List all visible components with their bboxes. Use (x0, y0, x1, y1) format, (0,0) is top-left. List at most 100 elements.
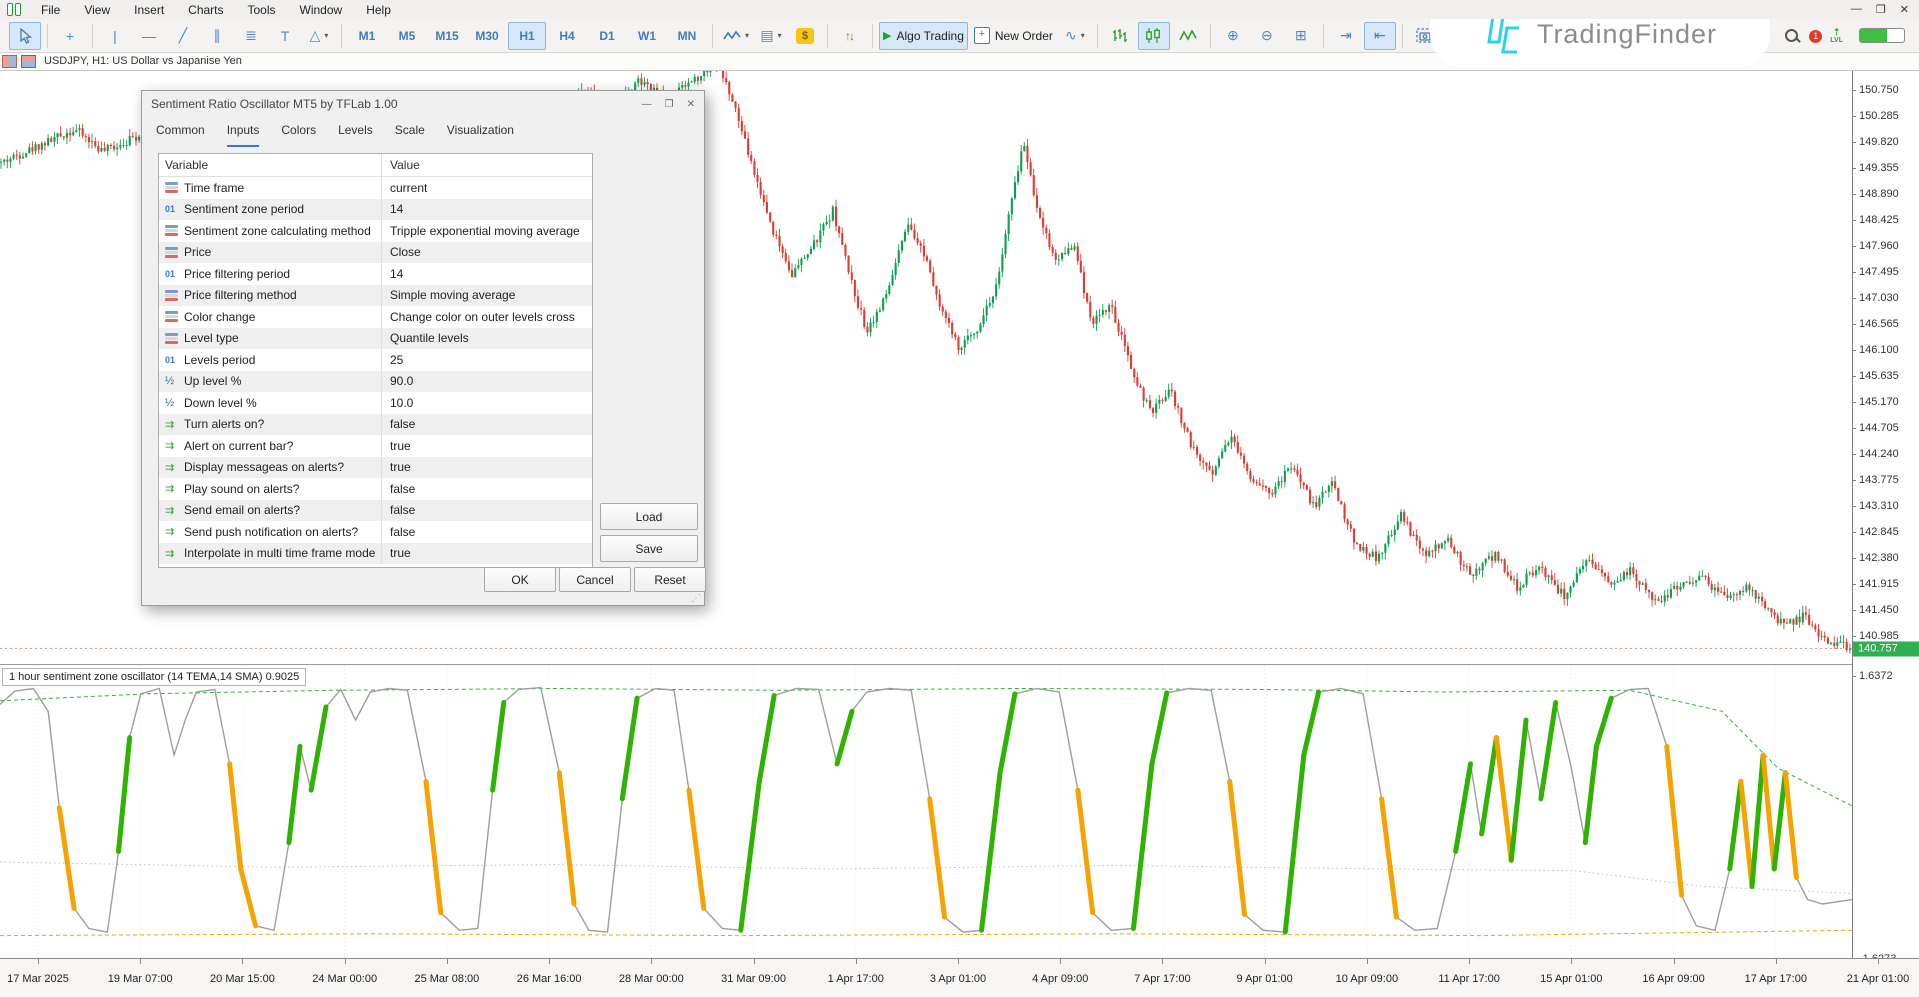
timeframe-h1[interactable]: H1 (508, 22, 546, 50)
variable-value[interactable]: 14 (390, 267, 403, 281)
bars-chart-type[interactable] (1104, 22, 1136, 50)
time-axis[interactable]: 17 Mar 202519 Mar 07:0020 Mar 15:0024 Ma… (0, 958, 1919, 997)
timeframe-m15[interactable]: M15 (428, 22, 466, 50)
variable-value[interactable]: true (390, 460, 411, 474)
dialog-title-bar[interactable]: Sentiment Ratio Oscillator MT5 by TFLab … (142, 91, 704, 117)
dialog-maximize[interactable]: ❐ (665, 99, 674, 110)
timeframe-m1[interactable]: M1 (348, 22, 386, 50)
dialog-tab-scale[interactable]: Scale (395, 123, 425, 147)
variable-value[interactable]: current (390, 181, 427, 195)
input-row[interactable]: ½Down level %10.0 (159, 392, 592, 414)
input-row[interactable]: Color changeChange color on outer levels… (159, 306, 592, 328)
dropdown-caret-icon[interactable]: ▾ (778, 31, 782, 40)
input-row[interactable]: ⇉Alert on current bar?true (159, 435, 592, 457)
variable-value[interactable]: false (390, 525, 415, 539)
menu-window[interactable]: Window (288, 1, 355, 19)
line-chart-type[interactable] (1172, 22, 1204, 50)
timeframe-h4[interactable]: H4 (548, 22, 586, 50)
timeframe-m5[interactable]: M5 (388, 22, 426, 50)
menu-insert[interactable]: Insert (122, 1, 176, 19)
market-watch-icon[interactable] (2, 55, 17, 68)
indicator-settings-dialog[interactable]: Sentiment Ratio Oscillator MT5 by TFLab … (141, 90, 705, 606)
dialog-minimize[interactable]: — (642, 99, 652, 110)
variable-value[interactable]: 25 (390, 353, 403, 367)
load-button[interactable]: Load (600, 503, 698, 530)
input-row[interactable]: ⇉Send push notification on alerts?false (159, 521, 592, 543)
timeframe-mn[interactable]: MN (668, 22, 706, 50)
dialog-close[interactable]: ✕ (687, 99, 695, 110)
horizontal-line-tool[interactable]: — (133, 22, 165, 50)
input-row[interactable]: ⇉Turn alerts on?false (159, 414, 592, 436)
variable-value[interactable]: false (390, 482, 415, 496)
input-row[interactable]: ⇉Display messageas on alerts?true (159, 457, 592, 479)
menu-help[interactable]: Help (354, 1, 403, 19)
dropdown-caret-icon[interactable]: ▾ (1081, 31, 1085, 40)
new-order-button[interactable]: +New Order (970, 22, 1057, 50)
input-row[interactable]: ⇉Play sound on alerts?false (159, 478, 592, 500)
input-row[interactable]: Sentiment zone calculating methodTripple… (159, 220, 592, 242)
chart-template[interactable]: ▾ (719, 22, 753, 50)
insert-indicator[interactable]: ∿▾ (1059, 22, 1091, 50)
dialog-tab-common[interactable]: Common (156, 123, 205, 147)
vertical-line-tool[interactable]: | (99, 22, 131, 50)
tile-windows-button[interactable]: ⊞ (1285, 22, 1317, 50)
variable-value[interactable]: Change color on outer levels cross (390, 310, 575, 324)
input-row[interactable]: 01Sentiment zone period14 (159, 199, 592, 221)
minimize-button[interactable]: — (1851, 3, 1862, 16)
menu-file[interactable]: File (29, 1, 72, 19)
zoom-out-button[interactable]: ⊖ (1251, 22, 1283, 50)
resize-grip[interactable]: ⋰ (691, 593, 701, 604)
input-row[interactable]: 01Levels period25 (159, 349, 592, 371)
dialog-tab-levels[interactable]: Levels (338, 123, 373, 147)
inputs-table[interactable]: VariableValueTime framecurrent01Sentimen… (158, 153, 593, 568)
timeframe-m30[interactable]: M30 (468, 22, 506, 50)
shapes-tool[interactable]: △▾ (303, 22, 335, 50)
cursor-tool[interactable] (9, 22, 41, 50)
trendline-tool[interactable]: ╱ (167, 22, 199, 50)
ok-button[interactable]: OK (484, 567, 556, 592)
dialog-tab-visualization[interactable]: Visualization (447, 123, 514, 147)
variable-value[interactable]: 10.0 (390, 396, 413, 410)
indicators-window[interactable]: ▤▾ (755, 22, 787, 50)
oscillator-panel[interactable] (0, 664, 1852, 959)
dropdown-caret-icon[interactable]: ▾ (324, 31, 328, 40)
menu-charts[interactable]: Charts (176, 1, 235, 19)
input-row[interactable]: Level typeQuantile levels (159, 328, 592, 350)
symbols-dollar[interactable]: $ (789, 22, 821, 50)
cancel-button[interactable]: Cancel (559, 567, 631, 592)
save-button[interactable]: Save (600, 535, 698, 562)
variable-value[interactable]: Quantile levels (390, 331, 469, 345)
depth-of-market[interactable]: ↑↓ (834, 22, 866, 50)
input-row[interactable]: ⇉Interpolate in multi time frame modetru… (159, 543, 592, 565)
text-tool[interactable]: T (269, 22, 301, 50)
menu-view[interactable]: View (72, 1, 122, 19)
timeframe-w1[interactable]: W1 (628, 22, 666, 50)
algo-trading-button[interactable]: ▶Algo Trading (879, 22, 968, 50)
input-row[interactable]: ½Up level %90.0 (159, 371, 592, 393)
variable-value[interactable]: false (390, 503, 415, 517)
fibonacci-tool[interactable]: ≣ (235, 22, 267, 50)
variable-value[interactable]: Close (390, 245, 421, 259)
variable-value[interactable]: Simple moving average (390, 288, 515, 302)
variable-value[interactable]: false (390, 417, 415, 431)
close-button[interactable]: ✕ (1900, 3, 1909, 16)
variable-value[interactable]: Tripple exponential moving average (390, 224, 580, 238)
channel-tool[interactable]: ∥ (201, 22, 233, 50)
input-row[interactable]: Time framecurrent (159, 177, 592, 199)
dialog-tab-colors[interactable]: Colors (281, 123, 316, 147)
variable-value[interactable]: true (390, 439, 411, 453)
dropdown-caret-icon[interactable]: ▾ (745, 31, 749, 40)
variable-value[interactable]: 90.0 (390, 374, 413, 388)
dialog-tab-inputs[interactable]: Inputs (227, 123, 260, 147)
input-row[interactable]: PriceClose (159, 242, 592, 264)
chart-shift-button[interactable]: ⇤ (1364, 22, 1396, 50)
input-row[interactable]: Price filtering methodSimple moving aver… (159, 285, 592, 307)
timeframe-d1[interactable]: D1 (588, 22, 626, 50)
price-scale[interactable]: 151.215150.750150.285149.820149.355148.8… (1852, 70, 1919, 962)
chart-tab-label[interactable]: USDJPY, H1: US Dollar vs Japanise Yen (44, 55, 242, 67)
candles-chart-type[interactable] (1138, 22, 1170, 50)
variable-value[interactable]: true (390, 546, 411, 560)
chart-list-icon[interactable] (21, 55, 36, 68)
input-row[interactable]: 01Price filtering period14 (159, 263, 592, 285)
reset-button[interactable]: Reset (634, 567, 706, 592)
